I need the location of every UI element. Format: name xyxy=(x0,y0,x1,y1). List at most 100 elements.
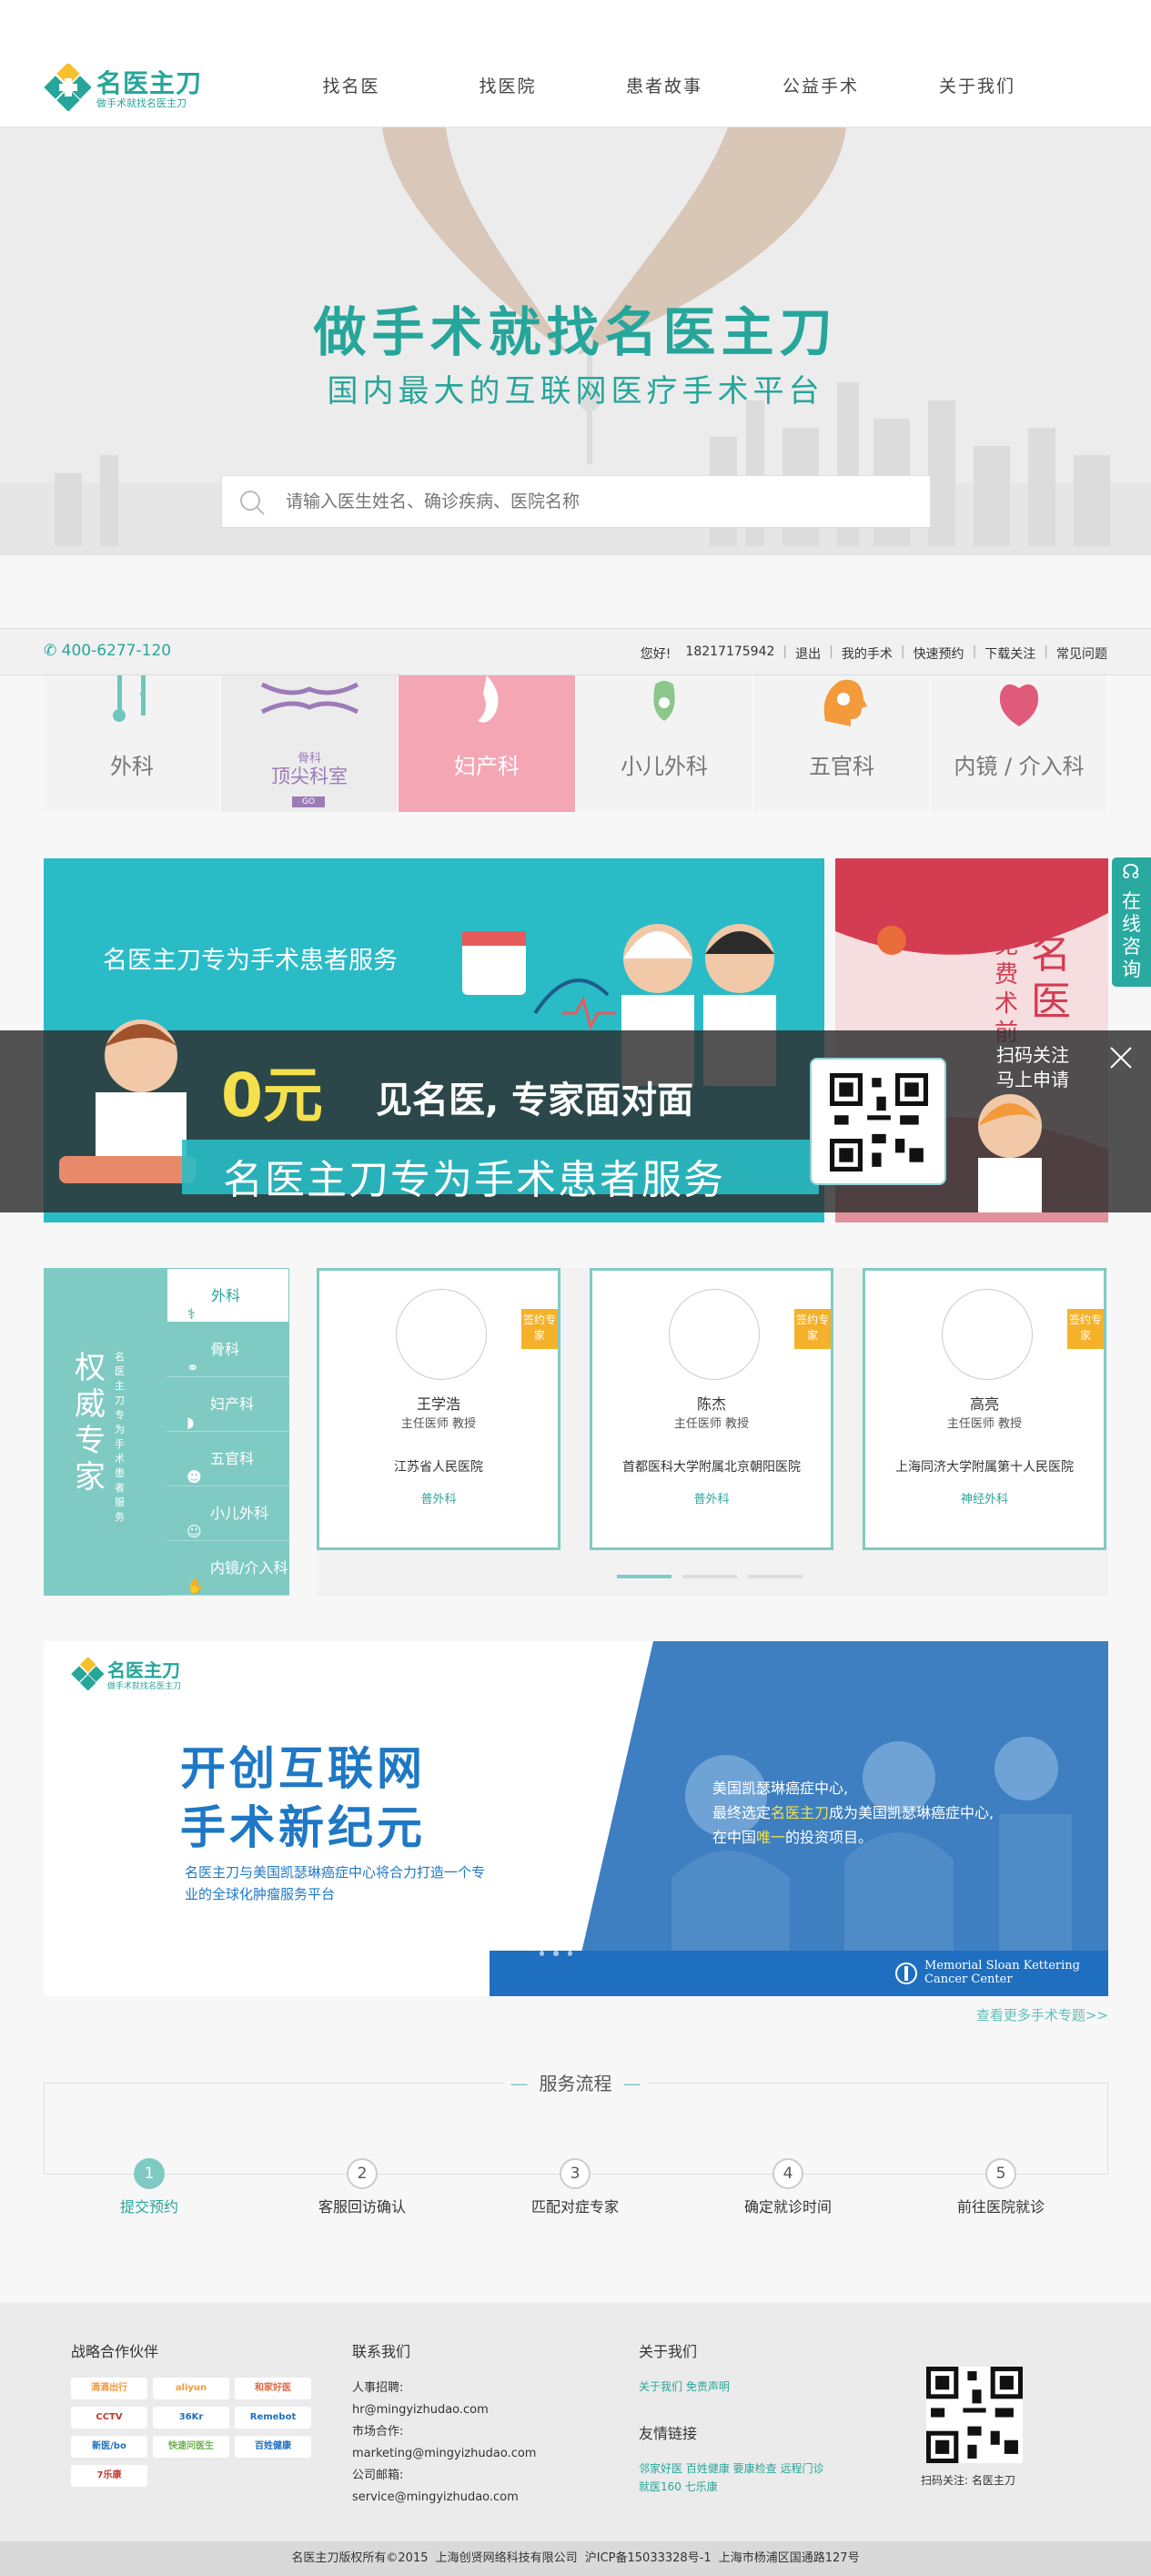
avatar xyxy=(942,1289,1033,1380)
process-step: 2 客服回访确认 xyxy=(271,2158,453,2216)
process-step: 3 匹配对症专家 xyxy=(484,2158,666,2216)
expert-title: 主任医师 教授 xyxy=(946,1417,1023,1431)
partner-logo[interactable]: Remebot xyxy=(235,2407,311,2429)
slide-dot[interactable] xyxy=(567,1951,572,1956)
slide-dot[interactable] xyxy=(553,1951,559,1956)
category-row: 外科 骨科 顶尖科室 GO 妇产科 小儿外科 五官科 内镜 / 介入科 xyxy=(44,675,1108,812)
user-phone: 18217175942 xyxy=(685,644,775,659)
search-input[interactable] xyxy=(286,476,914,527)
dept-tab-endoscopy[interactable]: ✋ 内镜/介入科 xyxy=(167,1541,289,1596)
dept-tab-label: 骨科 xyxy=(210,1341,240,1358)
category-label: 小儿外科 xyxy=(621,754,708,779)
contact-service-email[interactable]: service@mingyizhudao.com xyxy=(352,2487,536,2509)
bone-icon: ⚭ xyxy=(187,1359,199,1376)
step-label: 确定就诊时间 xyxy=(743,2198,832,2216)
carousel-dot[interactable] xyxy=(682,1575,737,1578)
partner-logo[interactable]: 和家好医 xyxy=(235,2378,311,2399)
feature-logo-name: 名医主刀 xyxy=(107,1659,180,1681)
about-links[interactable]: 关于我们 免责声明 xyxy=(639,2378,823,2396)
dept-tab-ent[interactable]: ☻ 五官科 xyxy=(167,1432,289,1486)
bone-icon xyxy=(260,682,359,715)
category-label: 外科 xyxy=(110,754,154,779)
go-badge: GO xyxy=(292,796,325,807)
surgical-tools-icon xyxy=(113,675,146,722)
search-icon[interactable] xyxy=(237,487,268,518)
logo-mark-icon xyxy=(71,1658,104,1690)
partner-logo[interactable]: 36Kr xyxy=(153,2407,229,2429)
partner-logo[interactable]: 7乐康 xyxy=(71,2465,147,2487)
contact-hr-label: 人事招聘: xyxy=(352,2381,404,2395)
friend-links-line1[interactable]: 邻家好医 百姓健康 要康检查 远程门诊 xyxy=(639,2459,823,2478)
expert-department: 普外科 xyxy=(420,1493,457,1506)
baby-icon xyxy=(653,681,675,721)
category-pediatric-surgery[interactable]: 小儿外科 xyxy=(576,675,753,812)
partner-logo[interactable]: 快速问医生 xyxy=(153,2436,229,2458)
expert-department: 普外科 xyxy=(693,1493,730,1506)
nav-patient-stories[interactable]: 患者故事 xyxy=(586,73,742,100)
partner-logo[interactable]: aliyun xyxy=(153,2378,229,2399)
download-follow-link[interactable]: 下载关注 xyxy=(984,644,1035,663)
carousel-dot[interactable] xyxy=(617,1575,671,1578)
category-endoscopy[interactable]: 内镜 / 介入科 xyxy=(931,675,1108,812)
close-icon[interactable] xyxy=(1107,1044,1135,1071)
dept-tab-surgery[interactable]: ⚕ 外科 xyxy=(167,1268,289,1323)
category-label: 内镜 / 介入科 xyxy=(954,754,1085,779)
expert-card[interactable]: 签约专家 陈杰 主任医师 教授 首都医科大学附属北京朝阳医院 普外科 xyxy=(590,1268,833,1550)
promo-strip-text: 名医主刀专为手术患者服务 xyxy=(223,1157,725,1203)
expert-department: 神经外科 xyxy=(960,1493,1008,1506)
contact-marketing-email[interactable]: marketing@mingyizhudao.com xyxy=(352,2443,536,2465)
category-top-department[interactable]: 骨科 顶尖科室 GO xyxy=(221,675,399,812)
expert-card[interactable]: 签约专家 高亮 主任医师 教授 上海同济大学附属第十人民医院 神经外科 xyxy=(863,1268,1106,1550)
carousel-dot[interactable] xyxy=(748,1575,803,1578)
category-label: 顶尖科室 xyxy=(271,766,348,787)
online-consult-button[interactable]: ☊ 在线咨询 xyxy=(1112,857,1151,987)
category-obstetrics[interactable]: 妇产科 xyxy=(399,675,576,812)
nav-find-doctor[interactable]: 找名医 xyxy=(273,73,429,100)
msk-feature-banner[interactable]: 名医主刀 做手术就找名医主刀 开创互联网 手术新纪元 名医主刀与美国凯瑟琳癌症中… xyxy=(44,1641,1108,1996)
head-profile-icon: ☻ xyxy=(187,1468,202,1486)
signed-expert-badge: 签约专家 xyxy=(521,1309,558,1349)
experts-subtitle: 名医主刀专为手术患者服务 xyxy=(115,1351,125,1523)
my-surgery-link[interactable]: 我的手术 xyxy=(842,644,893,663)
promo-hint-line1: 扫码关注 xyxy=(996,1044,1069,1066)
user-info-bar: ✆ 400-6277-120 您好! 18217175942 | 退出 | 我的… xyxy=(0,628,1151,675)
hero-banner: 做手术就找名医主刀 国内最大的互联网医疗手术平台 xyxy=(0,127,1151,583)
partner-logo[interactable]: 新医/bo xyxy=(71,2436,147,2458)
category-ent[interactable]: 五官科 xyxy=(753,675,931,812)
promo-qr-code[interactable] xyxy=(810,1058,946,1185)
logo-mark-icon xyxy=(44,64,91,111)
dept-tab-obstetrics[interactable]: ◗ 妇产科 xyxy=(167,1377,289,1432)
nav-find-hospital[interactable]: 找医院 xyxy=(429,73,586,100)
expert-hospital: 首都医科大学附属北京朝阳医院 xyxy=(622,1460,801,1475)
contact-service-label: 公司邮箱: xyxy=(352,2469,404,2482)
step-number: 1 xyxy=(134,2158,165,2189)
avatar xyxy=(396,1289,487,1380)
faq-link[interactable]: 常见问题 xyxy=(1056,644,1107,663)
dept-tab-label: 小儿外科 xyxy=(210,1505,269,1522)
step-number: 4 xyxy=(772,2158,803,2189)
msk-line2: Cancer Center xyxy=(924,1973,1013,1986)
promo-overlay: 0元 见名医, 专家面对面 名医主刀专为手术患者服务 扫码关注 马上申请 xyxy=(0,1019,1151,1212)
nav-about-us[interactable]: 关于我们 xyxy=(899,73,1055,100)
contact-hr-email[interactable]: hr@mingyizhudao.com xyxy=(352,2399,536,2421)
logout-link[interactable]: 退出 xyxy=(795,644,821,663)
dept-tab-orthopedics[interactable]: ⚭ 骨科 xyxy=(167,1323,289,1377)
greeting: 您好! xyxy=(640,647,671,662)
category-surgery[interactable]: 外科 xyxy=(44,675,221,812)
partner-logo[interactable]: 滴滴出行 xyxy=(71,2378,147,2399)
site-logo[interactable]: 名医主刀 做手术就找名医主刀 xyxy=(44,64,203,111)
quick-booking-link[interactable]: 快速预约 xyxy=(914,644,964,663)
dept-tab-pediatric[interactable]: ☺ 小儿外科 xyxy=(167,1486,289,1541)
more-topics-link[interactable]: 查看更多手术专题>> xyxy=(976,2005,1108,2024)
dept-tab-label: 五官科 xyxy=(210,1450,255,1467)
site-footer: 战略合作伙伴 滴滴出行 aliyun 和家好医 CCTV 36Kr Remebo… xyxy=(0,2303,1151,2541)
partner-logo[interactable]: 百姓健康 xyxy=(235,2436,311,2458)
slide-dot[interactable] xyxy=(540,1951,545,1956)
footer-qr-code-icon[interactable] xyxy=(926,2367,1023,2463)
partner-logo[interactable]: CCTV xyxy=(71,2407,147,2429)
friend-links-line2[interactable]: 就医160 七乐康 xyxy=(639,2478,823,2496)
nav-charity-surgery[interactable]: 公益手术 xyxy=(742,73,899,100)
experts-dept-menu: ⚕ 外科 ⚭ 骨科 ◗ 妇产科 ☻ 五官科 ☺ 小儿外科 ✋ 内镜/介入科 xyxy=(167,1268,289,1596)
expert-title: 主任医师 教授 xyxy=(400,1417,477,1431)
expert-card[interactable]: 签约专家 王学浩 主任医师 教授 江苏省人民医院 普外科 xyxy=(317,1268,560,1550)
